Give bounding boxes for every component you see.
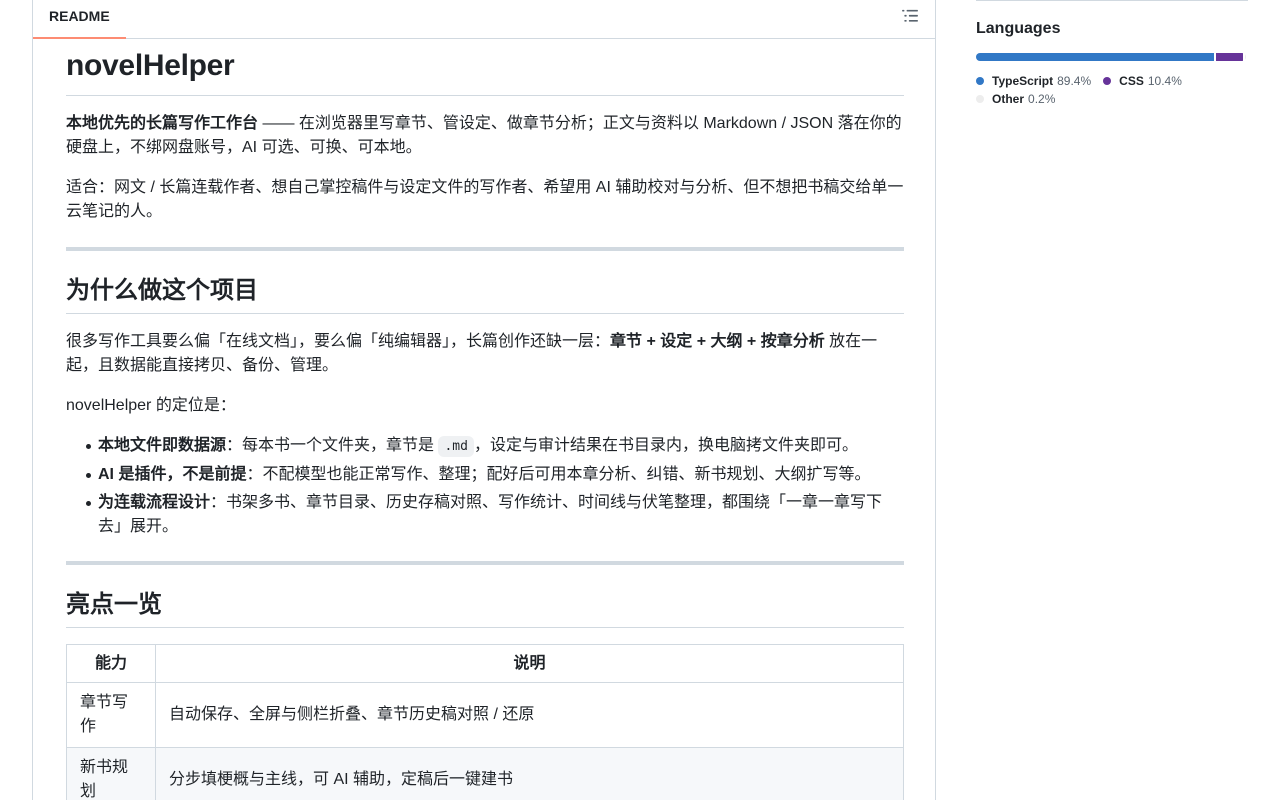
- intro-paragraph: 本地优先的长篇写作工作台 —— 在浏览器里写章节、管设定、做章节分析；正文与资料…: [66, 112, 904, 160]
- table-cell: 分步填梗概与主线，可 AI 辅助，定稿后一键建书: [155, 747, 904, 800]
- language-item-css[interactable]: CSS 10.4%: [1103, 72, 1182, 90]
- languages-bar: [976, 53, 1246, 61]
- why-paragraph: 很多写作工具要么偏「在线文档」，要么偏「纯编辑器」，长篇创作还缺一层：章节 + …: [66, 330, 904, 378]
- language-percent: 89.4%: [1057, 74, 1092, 88]
- list-item-strong: 本地文件即数据源: [98, 437, 227, 454]
- table-row: 新书规划 分步填梗概与主线，可 AI 辅助，定稿后一键建书: [66, 747, 904, 800]
- why-strong: 章节 + 设定 + 大纲 + 按章分析: [610, 333, 825, 350]
- heading-highlights-divider: [66, 627, 904, 628]
- why-text-before: 很多写作工具要么偏「在线文档」，要么偏「纯编辑器」，长篇创作还缺一层：: [66, 333, 611, 350]
- languages-legend: TypeScript 89.4% CSS 10.4% Other 0.2%: [976, 72, 1248, 108]
- positioning-list: 本地文件即数据源：每本书一个文件夹，章节是 .md ，设定与审计结果在书目录内，换…: [66, 434, 904, 543]
- language-bar-segment-css: [1215, 53, 1244, 61]
- audience-paragraph: 适合：网文 / 长篇连载作者、想自己掌控稿件与设定文件的写作者、希望用 AI 辅…: [66, 179, 904, 220]
- language-bar-segment-typescript: [976, 53, 1214, 61]
- language-color-dot-icon: [1103, 77, 1112, 85]
- inline-code: .md: [438, 436, 474, 457]
- table-header-cell: 能力: [66, 644, 156, 683]
- list-item: 本地文件即数据源：每本书一个文件夹，章节是 .md ，设定与审计结果在书目录内，换…: [66, 434, 904, 459]
- language-item-other[interactable]: Other 0.2%: [976, 90, 1055, 108]
- heading-why-divider: [66, 313, 904, 314]
- language-color-dot-icon: [976, 95, 984, 103]
- readme-header: README: [33, 1, 935, 39]
- table-cell: 新书规划: [66, 747, 156, 800]
- language-name: Other: [992, 92, 1025, 106]
- list-item-text: ：每本书一个文件夹，章节是: [226, 437, 439, 454]
- list-item: AI 是插件，不是前提：不配模型也能正常写作、整理；配好后可用本章分析、纠错、新…: [66, 463, 904, 487]
- language-name: TypeScript: [992, 74, 1054, 88]
- title-divider: [66, 95, 904, 96]
- features-table: 能力 说明 章节写作 自动保存、全屏与侧栏折叠、章节历史稿对照 / 还原 新书规…: [66, 644, 904, 800]
- heading-why: 为什么做这个项目: [66, 277, 258, 304]
- list-item-text: ，设定与审计结果在书目录内，换电脑拷文件夹即可。: [473, 437, 858, 454]
- language-bar-segment-other: [1245, 53, 1246, 61]
- section-divider: [66, 561, 904, 565]
- outline-list-icon[interactable]: [901, 7, 919, 25]
- languages-heading: Languages: [976, 20, 1061, 37]
- positioning-paragraph: novelHelper 的定位是：: [66, 397, 236, 414]
- language-name: CSS: [1119, 74, 1144, 88]
- table-cell: 自动保存、全屏与侧栏折叠、章节历史稿对照 / 还原: [155, 682, 904, 748]
- list-item-text: ：不配模型也能正常写作、整理；配好后可用本章分析、纠错、新书规划、大纲扩写等。: [246, 466, 871, 483]
- intro-strong: 本地优先的长篇写作工作台: [66, 115, 259, 132]
- table-header-cell: 说明: [155, 644, 904, 683]
- table-header-row: 能力 说明: [66, 644, 904, 683]
- list-item-strong: 为连载流程设计: [98, 494, 211, 511]
- language-percent: 10.4%: [1147, 74, 1182, 88]
- readme-tab[interactable]: README: [33, 1, 126, 39]
- list-item-strong: AI 是插件，不是前提: [98, 466, 247, 483]
- language-item-typescript[interactable]: TypeScript 89.4%: [976, 72, 1091, 90]
- language-color-dot-icon: [976, 77, 984, 85]
- table-cell: 章节写作: [66, 682, 156, 748]
- readme-title: novelHelper: [66, 49, 235, 82]
- language-percent: 0.2%: [1028, 92, 1056, 106]
- table-row: 章节写作 自动保存、全屏与侧栏折叠、章节历史稿对照 / 还原: [66, 682, 904, 748]
- list-item-text: ：书架多书、章节目录、历史存稿对照、写作统计、时间线与伏笔整理，都围绕「一章一章…: [98, 494, 883, 535]
- heading-highlights: 亮点一览: [66, 591, 162, 618]
- readme-panel: README novelHelper 本地优先的长篇写作工作台 —— 在浏览器里…: [32, 0, 936, 800]
- sidebar-divider: [976, 0, 1248, 1]
- section-divider: [66, 247, 904, 251]
- list-item: 为连载流程设计：书架多书、章节目录、历史存稿对照、写作统计、时间线与伏笔整理，都…: [66, 491, 904, 539]
